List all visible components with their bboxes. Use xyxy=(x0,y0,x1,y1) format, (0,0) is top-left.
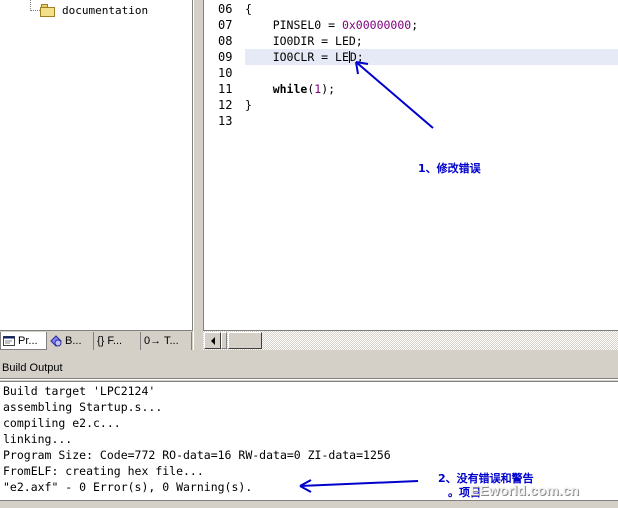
code-text: { xyxy=(245,2,252,16)
folder-icon xyxy=(40,3,56,17)
output-horizontal-scrollbar[interactable] xyxy=(0,500,618,508)
annotation-note-1: 1、修改错误 xyxy=(418,162,481,175)
tab-project[interactable]: Pr... xyxy=(0,332,47,350)
tree-guide-line xyxy=(30,10,40,11)
current-code-line: IO0CLR = LED; xyxy=(245,49,618,65)
code-text: ); xyxy=(321,82,336,96)
line-number: 11 xyxy=(218,82,233,96)
tab-templates[interactable]: 0→ T... xyxy=(142,332,192,350)
output-line: "e2.axf" - 0 Error(s), 0 Warning(s). xyxy=(3,480,253,494)
code-line: { xyxy=(245,1,618,17)
line-number: 08 xyxy=(218,34,233,48)
code-number: 0x00000000 xyxy=(341,18,412,32)
code-text: IO0DIR = LED; xyxy=(272,34,363,48)
project-tree-panel: documentation xyxy=(0,0,193,330)
panel-splitter[interactable] xyxy=(193,0,203,350)
line-number: 13 xyxy=(218,114,233,128)
tab-functions[interactable]: {} F... xyxy=(95,332,141,350)
build-output-title: Build Output xyxy=(2,362,63,374)
project-window-icon xyxy=(3,335,15,346)
tree-item-documentation[interactable]: documentation xyxy=(40,2,148,18)
tree-item-label: documentation xyxy=(62,3,149,17)
divider xyxy=(0,378,618,380)
arrow-left-icon xyxy=(210,336,215,345)
code-line: PINSEL0 = 0x00000000; xyxy=(245,17,618,33)
project-tab-strip: Pr... B... {} F... 0→ T... xyxy=(0,330,193,350)
watermark: EEworld.com.cn xyxy=(470,482,579,498)
code-text: } xyxy=(245,98,252,112)
line-number-gutter: 06 07 08 09 10 11 12 13 xyxy=(203,0,245,330)
scroll-left-button[interactable] xyxy=(204,332,221,349)
line-number: 09 xyxy=(218,50,233,64)
code-text: IO0CLR = LE xyxy=(272,50,349,64)
books-icon xyxy=(50,335,62,347)
line-number: 06 xyxy=(218,2,233,16)
tab-books[interactable]: B... xyxy=(48,332,94,350)
code-text: ; xyxy=(411,18,419,32)
line-number: 12 xyxy=(218,98,233,112)
code-text: PINSEL0 = xyxy=(272,18,342,32)
scroll-split-handle[interactable] xyxy=(221,332,227,349)
build-output-header: Build Output xyxy=(0,350,618,380)
output-line: linking... xyxy=(3,432,73,446)
editor-horizontal-scrollbar[interactable] xyxy=(203,330,618,350)
line-number: 07 xyxy=(218,18,233,32)
code-line: IO0DIR = LED; xyxy=(245,33,618,49)
code-text: D; xyxy=(349,50,364,64)
tab-label: 0→ T... xyxy=(144,335,179,347)
code-line: while(1); xyxy=(245,81,618,97)
output-line: compiling e2.c... xyxy=(3,416,121,430)
scroll-thumb[interactable] xyxy=(228,332,262,349)
code-keyword: while xyxy=(272,82,308,96)
code-line: } xyxy=(245,97,618,113)
line-number: 10 xyxy=(218,66,233,80)
tab-label: {} F... xyxy=(97,335,123,347)
output-line: Build target 'LPC2124' xyxy=(3,384,156,398)
tab-label: Pr... xyxy=(18,334,38,347)
tab-label: B... xyxy=(65,335,82,347)
output-line: FromELF: creating hex file... xyxy=(3,464,204,478)
output-line: assembling Startup.s... xyxy=(3,400,163,414)
output-line: Program Size: Code=772 RO-data=16 RW-dat… xyxy=(3,448,391,462)
